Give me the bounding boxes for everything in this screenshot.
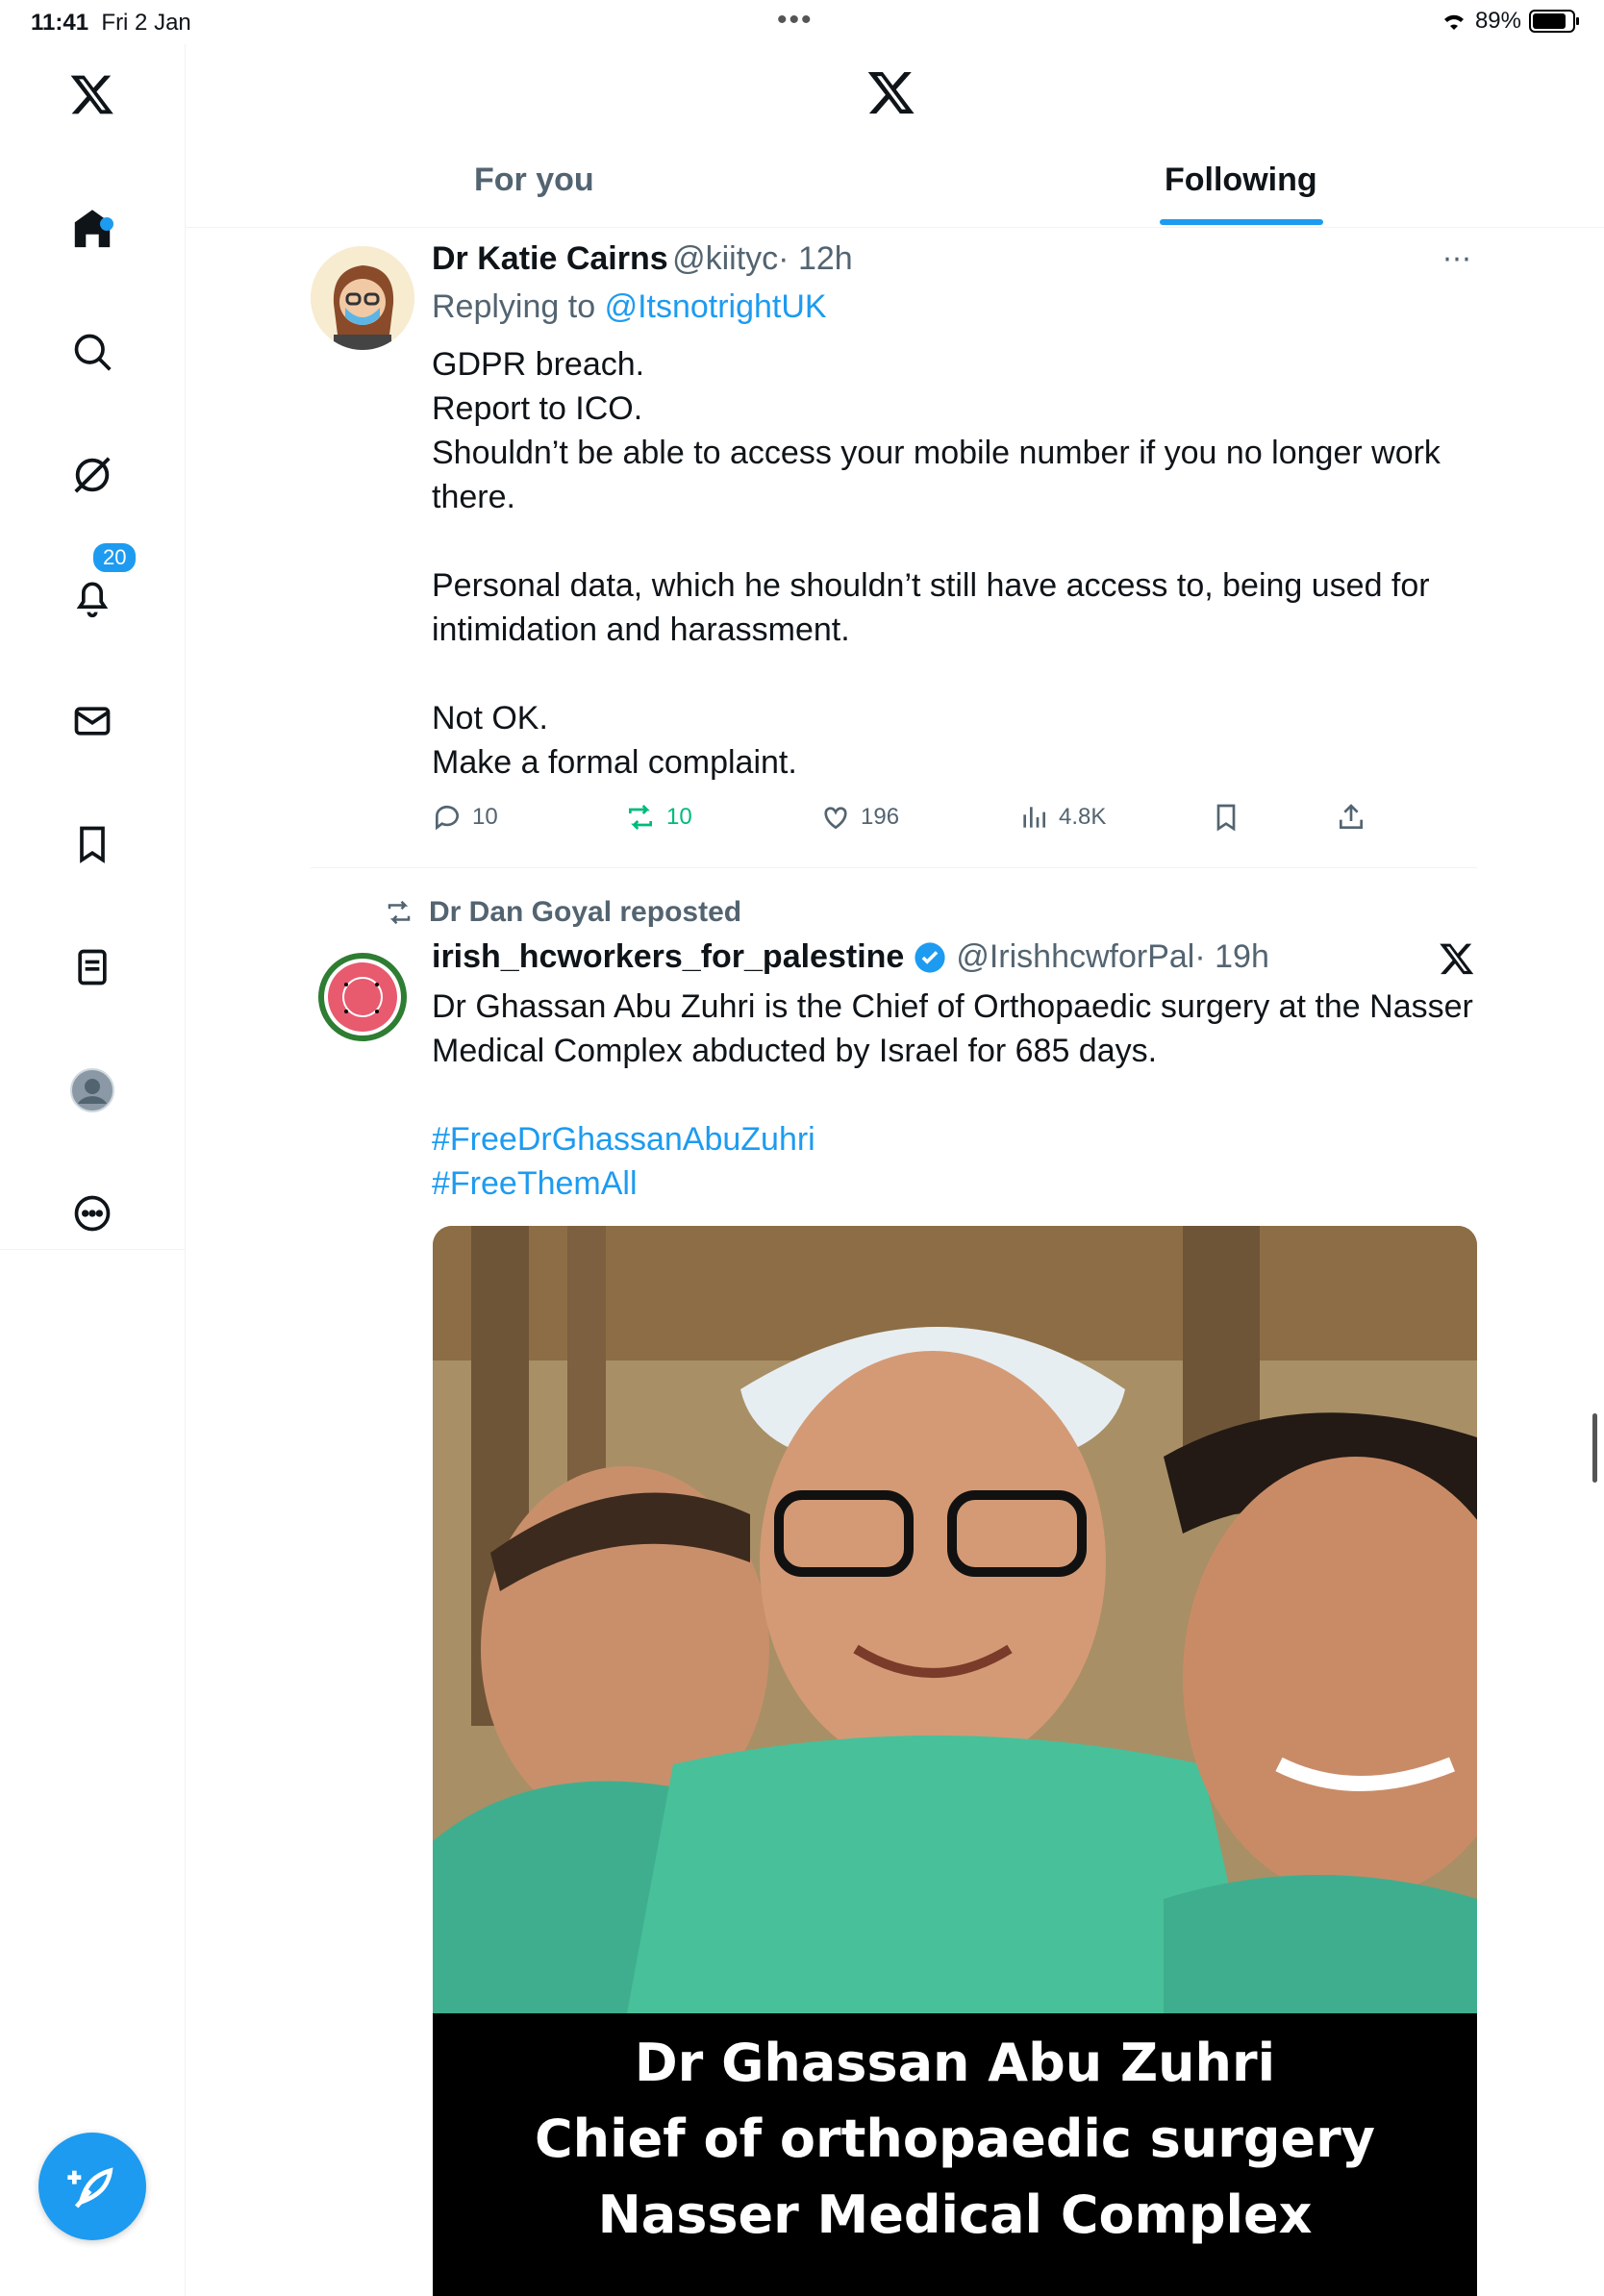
notifications-badge: 20 [90,540,139,575]
x-logo-header-icon [866,67,916,122]
views-chart-icon [1023,807,1045,828]
post-actions: 10 10 196 4.8K [432,802,1480,840]
status-time: 11:41 Fri 2 Jan [31,10,191,36]
repost-icon [388,900,411,925]
post-time[interactable]: · 12h [778,240,853,277]
post-divider [311,867,1477,868]
verified-badge-icon [915,941,945,973]
repost-button[interactable]: 10 [624,802,692,833]
notifications-bell-icon[interactable] [63,569,121,627]
repost-icon [629,805,652,830]
sidebar-nav: 20 [0,44,186,2296]
heart-icon [824,807,847,830]
sidebar-divider [0,1249,185,1250]
tab-following[interactable]: Following [1165,162,1317,199]
like-button[interactable]: 196 [820,802,899,833]
replying-to: Replying to @ItsnotrightUK [432,288,827,325]
battery-icon [1529,10,1579,33]
scrollbar[interactable] [1592,1413,1597,1483]
grok-icon[interactable] [63,446,121,504]
messages-envelope-icon[interactable] [63,692,121,750]
views-button[interactable]: 4.8K [1018,802,1106,833]
bookmark-icon [1216,804,1236,832]
repost-label[interactable]: Dr Dan Goyal reposted [429,896,741,929]
bookmarks-icon[interactable] [63,815,121,873]
post-text: Dr Ghassan Abu Zuhri is the Chief of Ort… [432,988,1473,1069]
display-name[interactable]: irish_hcworkers_for_palestine [432,938,904,976]
share-button[interactable] [1336,802,1366,833]
post-text: GDPR breach. Report to ICO. Shouldn’t be… [432,346,1441,781]
home-icon[interactable] [63,200,121,258]
more-options-icon[interactable]: ⋯ [1442,242,1471,276]
multitasking-dots-icon[interactable]: ••• [777,4,814,37]
handle[interactable]: @IrishhcwforPal [956,938,1194,976]
photo-illustration [433,1226,1477,2024]
search-icon[interactable] [63,323,121,381]
top-header: For you Following [186,44,1604,228]
share-icon [1340,804,1363,829]
avatar[interactable] [317,952,408,1042]
home-indicator[interactable] [539,2269,1064,2279]
hashtag-link[interactable]: #FreeDrGhassanAbuZuhri [432,1117,815,1161]
status-right: 89% [1441,8,1579,35]
post-image[interactable]: Dr Ghassan Abu Zuhri Chief of orthopaedi… [433,1226,1477,2296]
home-notification-dot [100,217,113,231]
profile-avatar-icon[interactable] [63,1061,121,1119]
replying-to-link[interactable]: @ItsnotrightUK [605,288,827,325]
compose-feather-icon [67,2167,113,2209]
compose-post-button[interactable] [38,2133,146,2240]
x-source-icon[interactable] [1439,940,1475,982]
post-header: Dr Katie Cairns @kiityc· 12h [432,240,853,278]
reply-button[interactable]: 10 [432,802,498,833]
battery-percent: 89% [1474,8,1521,34]
wifi-icon [1443,14,1464,30]
repost-context: Dr Dan Goyal reposted [383,896,741,929]
bookmark-button[interactable] [1211,802,1241,833]
avatar[interactable] [311,246,414,350]
active-tab-indicator [1160,219,1323,225]
x-logo-icon[interactable] [63,65,121,123]
lists-icon[interactable] [63,938,121,996]
status-bar: 11:41 Fri 2 Jan ••• 89% [0,0,1604,44]
handle[interactable]: @kiityc [672,240,778,277]
reply-icon [435,805,459,831]
post-time[interactable]: · 19h [1194,938,1269,976]
tab-for-you[interactable]: For you [474,162,594,199]
hashtag-link[interactable]: #FreeThemAll [432,1161,815,1206]
post-header: irish_hcworkers_for_palestine @Irishhcwf… [432,938,1269,976]
more-options-icon[interactable] [63,1185,121,1242]
image-caption: Dr Ghassan Abu Zuhri Chief of orthopaedi… [433,2013,1477,2296]
display-name[interactable]: Dr Katie Cairns [432,240,668,277]
hashtags: #FreeDrGhassanAbuZuhri #FreeThemAll [432,1117,815,1206]
